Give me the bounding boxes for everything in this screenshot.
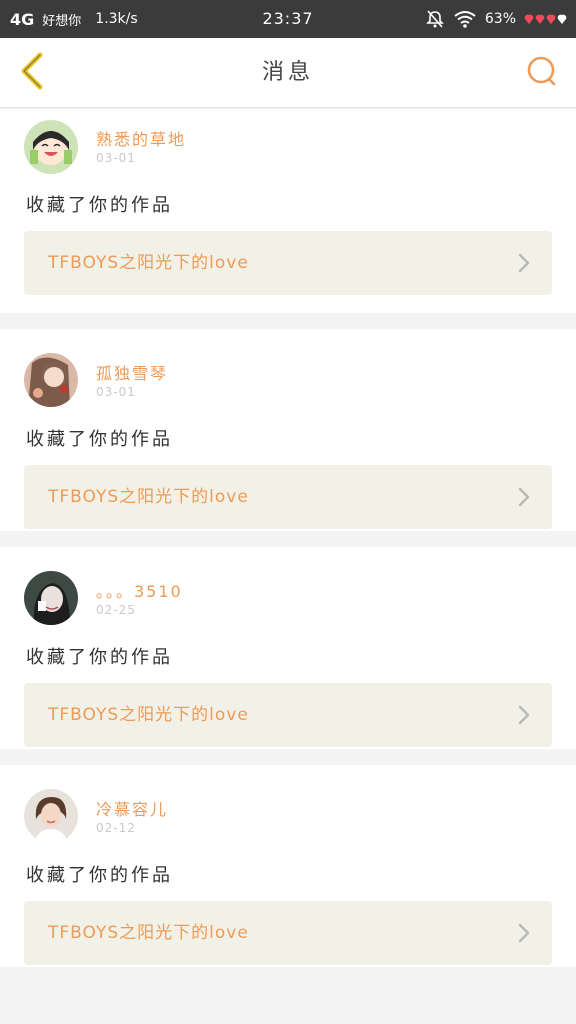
chevron-right-icon bbox=[518, 487, 530, 511]
work-title: TFBOYS之阳光下的love bbox=[48, 253, 249, 273]
page-title: 消息 bbox=[261, 60, 314, 85]
username[interactable]: 孤独雪琴 bbox=[96, 360, 168, 384]
message-date: 03-01 bbox=[96, 385, 136, 399]
search-button[interactable] bbox=[524, 55, 560, 91]
work-title: TFBOYS之阳光下的love bbox=[48, 923, 249, 943]
carrier-name: 好想你 bbox=[42, 13, 82, 29]
chevron-right-icon bbox=[518, 923, 530, 947]
message-action: 收藏了你的作品 bbox=[26, 865, 173, 886]
avatar[interactable] bbox=[24, 120, 78, 174]
status-left: 4G 好想你 1.3k/s bbox=[10, 0, 138, 38]
message-date: 02-12 bbox=[96, 821, 136, 835]
message-action: 收藏了你的作品 bbox=[26, 195, 173, 216]
wifi-icon bbox=[453, 10, 477, 28]
message-action: 收藏了你的作品 bbox=[26, 429, 173, 450]
username[interactable]: 熟悉的草地 bbox=[96, 126, 186, 150]
avatar[interactable] bbox=[24, 789, 78, 843]
work-link[interactable]: TFBOYS之阳光下的love bbox=[24, 465, 552, 529]
work-title: TFBOYS之阳光下的love bbox=[48, 487, 249, 507]
message-date: 02-25 bbox=[96, 603, 136, 617]
chevron-left-icon bbox=[18, 51, 46, 95]
work-link[interactable]: TFBOYS之阳光下的love bbox=[24, 231, 552, 295]
chevron-right-icon bbox=[518, 253, 530, 277]
status-bar: 4G 好想你 1.3k/s 23:37 63% bbox=[0, 0, 576, 38]
avatar[interactable] bbox=[24, 353, 78, 407]
work-title: TFBOYS之阳光下的love bbox=[48, 705, 249, 725]
notification-off-icon bbox=[425, 9, 445, 29]
message-card: 冷慕容儿 02-12 收藏了你的作品 TFBOYS之阳光下的love bbox=[0, 765, 576, 967]
message-card: 孤独雪琴 03-01 收藏了你的作品 TFBOYS之阳光下的love bbox=[0, 329, 576, 531]
network-speed: 1.3k/s bbox=[95, 11, 138, 27]
message-list: 熟悉的草地 03-01 收藏了你的作品 TFBOYS之阳光下的love 孤独雪琴… bbox=[0, 109, 576, 983]
message-action: 收藏了你的作品 bbox=[26, 647, 173, 668]
heart-battery-icon bbox=[524, 12, 568, 26]
search-icon bbox=[525, 54, 559, 92]
back-button[interactable] bbox=[10, 50, 54, 96]
status-right: 63% bbox=[425, 0, 568, 38]
work-link[interactable]: TFBOYS之阳光下的love bbox=[24, 901, 552, 965]
username[interactable]: 冷慕容儿 bbox=[96, 796, 168, 820]
chevron-right-icon bbox=[518, 705, 530, 729]
avatar[interactable] bbox=[24, 571, 78, 625]
work-link[interactable]: TFBOYS之阳光下的love bbox=[24, 683, 552, 747]
network-type: 4G bbox=[10, 9, 35, 29]
message-card: 。。。3510 02-25 收藏了你的作品 TFBOYS之阳光下的love bbox=[0, 547, 576, 749]
message-date: 03-01 bbox=[96, 151, 136, 165]
header-bar: 消息 bbox=[0, 38, 576, 108]
message-card: 熟悉的草地 03-01 收藏了你的作品 TFBOYS之阳光下的love bbox=[0, 109, 576, 313]
battery-level: 63% bbox=[484, 11, 516, 27]
username[interactable]: 。。。3510 bbox=[96, 578, 183, 602]
